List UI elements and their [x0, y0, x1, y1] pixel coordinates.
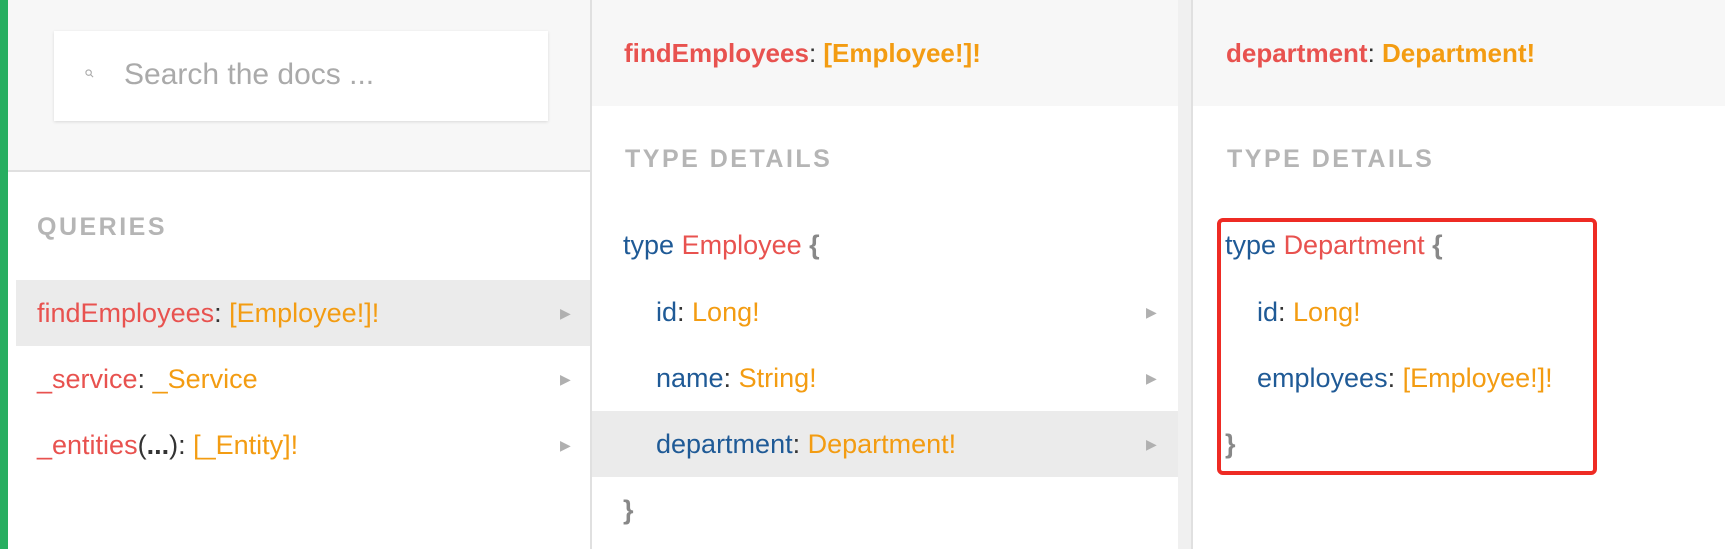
search-box[interactable] [54, 31, 548, 121]
chevron-right-icon: ▶ [560, 436, 571, 453]
query-name: _service [37, 363, 138, 394]
type-keyword: type [623, 229, 675, 260]
search-input[interactable] [124, 53, 524, 97]
column-gap [1178, 0, 1192, 549]
query-name: _entities [37, 429, 138, 460]
query-type-link[interactable]: [Employee!]! [229, 298, 379, 329]
query-item-entities[interactable]: _entities(...): [_Entity]! ▶ [16, 412, 591, 478]
search-area [8, 0, 591, 172]
close-brace-row: } [623, 477, 683, 543]
panel-separator: : [808, 37, 824, 68]
panel-field-name: findEmployees [624, 37, 809, 68]
type-details-title: TYPE DETAILS [1227, 145, 1435, 173]
query-type-link[interactable]: [_Entity]! [193, 430, 298, 461]
field-row-department[interactable]: department: Department! ▶ [592, 411, 1178, 477]
left-accent-bar [0, 0, 8, 549]
field-type-link[interactable]: String! [739, 363, 817, 394]
args-ellipsis[interactable]: ... [147, 430, 170, 461]
panel-field-type[interactable]: Department! [1382, 38, 1535, 69]
field-row-name[interactable]: name: String! ▶ [592, 345, 1178, 411]
chevron-right-icon: ▶ [560, 304, 571, 321]
field-type-link[interactable]: Department! [808, 429, 957, 460]
query-item-findEmployees[interactable]: findEmployees: [Employee!]! ▶ [16, 280, 591, 346]
panel-field-name: department [1226, 37, 1368, 68]
field-name: name [656, 362, 724, 393]
query-separator: : [137, 363, 153, 394]
type-name: Employee [681, 229, 802, 260]
queries-section-title: QUERIES [37, 213, 168, 241]
search-icon [85, 69, 94, 78]
docs-root-panel: QUERIES findEmployees: [Employee!]! ▶ _s… [8, 0, 591, 549]
field-type-link[interactable]: Long! [692, 297, 760, 328]
panel-separator: : [1367, 37, 1383, 68]
type-declaration: type Employee { [623, 212, 1023, 278]
chevron-right-icon: ▶ [1146, 435, 1157, 452]
query-type-link[interactable]: _Service [153, 364, 258, 395]
query-separator: : [214, 297, 230, 328]
panel-header-findEmployees: findEmployees: [Employee!]! [592, 0, 1178, 106]
chevron-right-icon: ▶ [1146, 369, 1157, 386]
field-row-id[interactable]: id: Long! ▶ [592, 279, 1178, 345]
open-brace: { [809, 229, 820, 260]
close-brace: } [623, 494, 634, 525]
panel-field-type[interactable]: [Employee!]! [823, 38, 980, 69]
highlight-annotation-box [1217, 218, 1597, 475]
args-close: ): [169, 429, 194, 460]
panel-header-department: department: Department! [1193, 0, 1725, 106]
field-name: id [656, 296, 678, 327]
type-details-title: TYPE DETAILS [625, 145, 833, 173]
query-name: findEmployees [37, 297, 215, 328]
field-separator: : [677, 296, 693, 327]
query-item-service[interactable]: _service: _Service ▶ [16, 346, 591, 412]
args-open: ( [137, 429, 147, 460]
chevron-right-icon: ▶ [1146, 303, 1157, 320]
field-name: department [656, 428, 793, 459]
field-separator: : [792, 428, 808, 459]
chevron-right-icon: ▶ [560, 370, 571, 387]
field-separator: : [723, 362, 739, 393]
